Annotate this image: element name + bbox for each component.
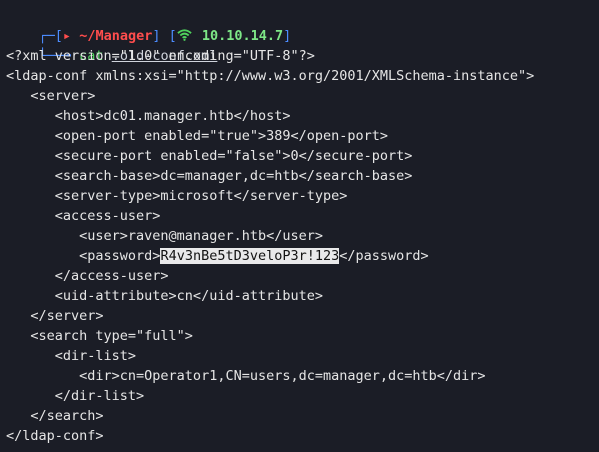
current-directory: ~/Manager: [79, 28, 153, 44]
output-line: <search-base>dc=manager,dc=htb</search-b…: [6, 168, 413, 184]
password-close-tag: </password>: [339, 248, 429, 264]
password-open-tag: <password>: [6, 248, 161, 264]
output-line: <search type="full">: [6, 328, 193, 344]
output-line: <user>raven@manager.htb</user>: [6, 228, 323, 244]
selected-password-text[interactable]: R4v3nBe5tD3veloP3r!123: [160, 248, 340, 264]
output-line: <dir>cn=Operator1,CN=users,dc=manager,dc…: [6, 368, 486, 384]
output-line: <open-port enabled="true">389</open-port…: [6, 128, 389, 144]
output-line: </server>: [6, 308, 104, 324]
prompt-frame-top: ┌─[: [38, 28, 63, 44]
arrow-icon: ▸: [62, 28, 72, 44]
output-line: <host>dc01.manager.htb</host>: [6, 108, 291, 124]
prompt-frame-close: ]: [283, 28, 292, 44]
output-line: <secure-port enabled="false">0</secure-p…: [6, 148, 413, 164]
password-line: <password>R4v3nBe5tD3veloP3r!123</passwo…: [6, 246, 599, 266]
output-line: <dir-list>: [6, 348, 137, 364]
wifi-icon: [177, 29, 192, 41]
prompt-line-top: ┌─[▸ ~/Manager] [ 10.10.14.7]: [6, 6, 599, 44]
prompt-frame-middle: ] [: [152, 28, 177, 44]
output-line: </dir-list>: [6, 388, 145, 404]
output-line: <uid-attribute>cn</uid-attribute>: [6, 288, 323, 304]
output-line: <ldap-conf xmlns:xsi="http://www.w3.org/…: [6, 68, 535, 84]
output-line: </ldap-conf>: [6, 428, 104, 444]
output-line: </access-user>: [6, 268, 169, 284]
output-line: </search>: [6, 408, 104, 424]
terminal-window[interactable]: ┌─[▸ ~/Manager] [ 10.10.14.7] └──╼ cat .…: [0, 0, 599, 452]
output-line: <?xml version="1.0" encoding="UTF-8"?>: [6, 48, 315, 64]
output-line: <server>: [6, 88, 96, 104]
output-line: <server-type>microsoft</server-type>: [6, 188, 348, 204]
ip-address: 10.10.14.7: [201, 28, 284, 44]
output-line: <access-user>: [6, 208, 161, 224]
